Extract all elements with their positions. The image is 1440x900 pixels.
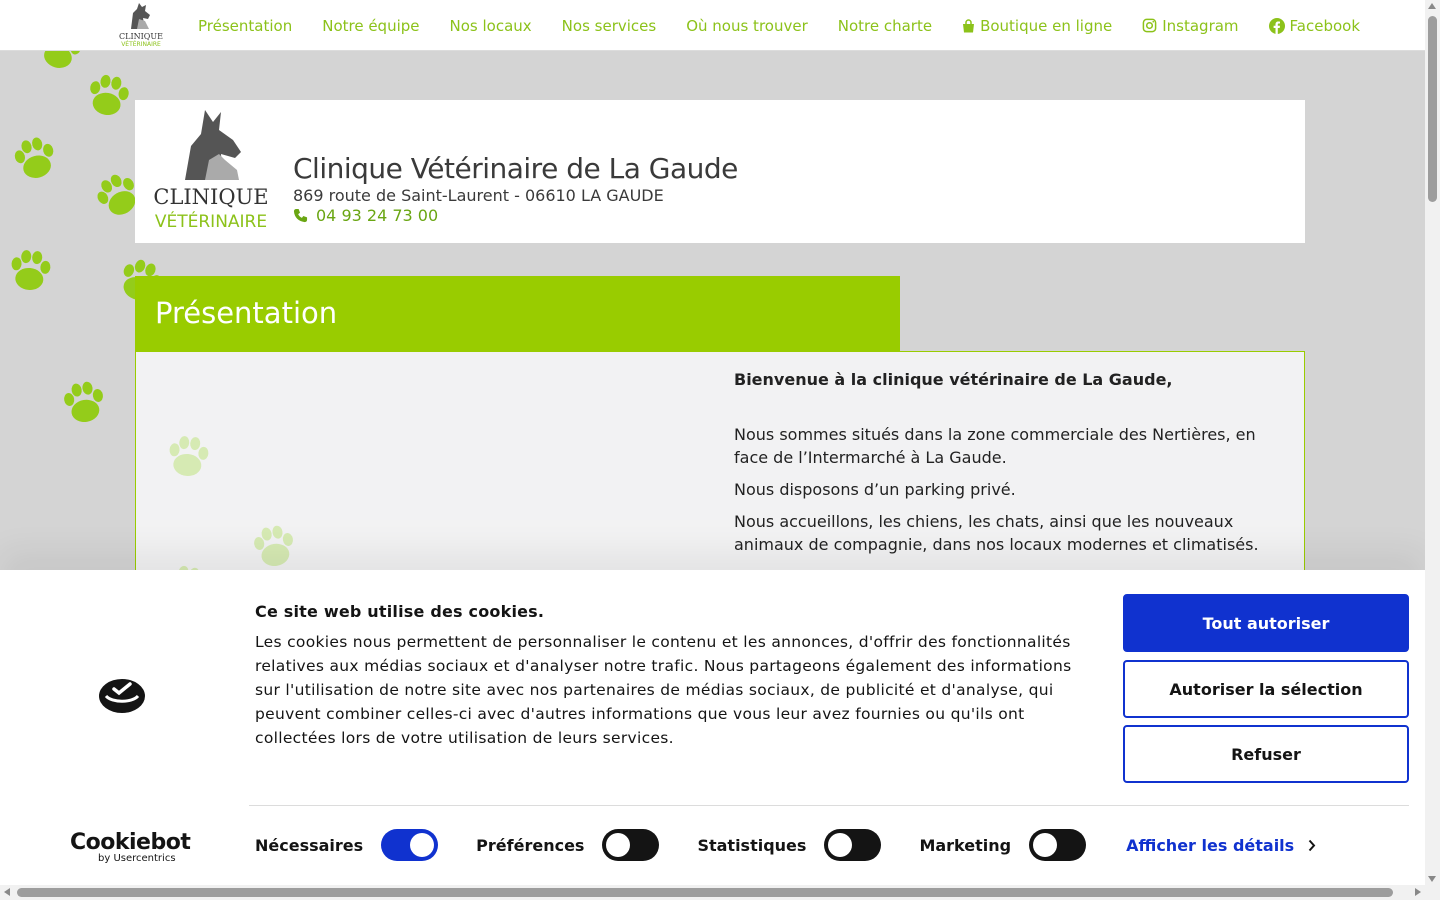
- svg-text:CLINIQUE: CLINIQUE: [119, 32, 163, 41]
- nav-item-trouver[interactable]: Où nous trouver: [686, 17, 808, 35]
- nav-item-label: Nos services: [561, 16, 657, 35]
- nav-item-label: Facebook: [1289, 16, 1361, 35]
- toggle-label: Préférences: [476, 835, 585, 855]
- clinic-logo[interactable]: CLINIQUE VÉTÉRINAIRE: [149, 104, 273, 232]
- nav-item-charte[interactable]: Notre charte: [838, 17, 932, 35]
- horizontal-scrollbar[interactable]: [0, 885, 1425, 900]
- top-navigation: CLINIQUE VÉTÉRINAIRE Présentation Notre …: [0, 0, 1425, 51]
- necessaires-switch[interactable]: [381, 829, 439, 861]
- paragraph: Nous sommes situés dans la zone commerci…: [734, 425, 1256, 467]
- nav-item-presentation[interactable]: Présentation: [198, 17, 292, 35]
- switch-knob: [828, 833, 853, 857]
- switch-knob: [410, 833, 435, 857]
- scroll-right-arrow-icon[interactable]: [1415, 888, 1421, 896]
- nav-item-label: Nos locaux: [449, 16, 532, 35]
- consent-toggles: Nécessaires Préférences Statistiques Mar…: [255, 828, 1316, 862]
- scroll-left-arrow-icon[interactable]: [4, 888, 10, 896]
- toggle-necessaires: Nécessaires: [255, 829, 439, 861]
- clinic-logo[interactable]: CLINIQUE VÉTÉRINAIRE: [117, 1, 165, 49]
- svg-text:CLINIQUE: CLINIQUE: [153, 185, 268, 209]
- nav-item-instagram[interactable]: Instagram: [1142, 16, 1239, 35]
- paragraph: Nous disposons d’un parking privé.: [734, 480, 1016, 499]
- nav-item-label: Instagram: [1162, 16, 1239, 35]
- marketing-switch[interactable]: [1029, 829, 1087, 861]
- cookie-consent-banner: Ce site web utilise des cookies. Les coo…: [0, 570, 1425, 900]
- toggle-statistiques: Statistiques: [697, 829, 882, 861]
- instagram-icon: [1142, 18, 1157, 33]
- paragraph: Nous accueillons, les chiens, les chats,…: [734, 512, 1259, 554]
- refuse-button[interactable]: Refuser: [1123, 725, 1409, 783]
- cookiebot-logo[interactable]: Cookiebot by Usercentrics: [70, 830, 191, 864]
- switch-knob: [606, 833, 631, 857]
- nav-item-label: Boutique en ligne: [980, 16, 1113, 35]
- allow-selection-button[interactable]: Autoriser la sélection: [1123, 660, 1409, 718]
- cookiebot-brand: Cookiebot: [70, 830, 191, 855]
- clinic-title: Clinique Vétérinaire de La Gaude: [293, 152, 738, 185]
- allow-all-button[interactable]: Tout autoriser: [1123, 594, 1409, 652]
- nav-item-locaux[interactable]: Nos locaux: [450, 17, 532, 35]
- facebook-icon: [1268, 17, 1285, 34]
- preferences-switch[interactable]: [602, 829, 660, 861]
- divider: [249, 805, 1409, 806]
- nav-item-services[interactable]: Nos services: [562, 17, 657, 35]
- cookie-consent-icon: [99, 679, 145, 713]
- svg-text:VÉTÉRINAIRE: VÉTÉRINAIRE: [155, 210, 267, 232]
- vertical-scrollbar[interactable]: [1425, 0, 1440, 900]
- paw-prints-decoration: [163, 434, 297, 590]
- toggle-marketing: Marketing: [919, 829, 1087, 861]
- chevron-right-icon: [1308, 839, 1316, 851]
- nav-item-label: Notre équipe: [322, 16, 420, 35]
- phone-number: 04 93 24 73 00: [316, 206, 439, 225]
- switch-knob: [1033, 833, 1058, 857]
- presentation-content: Bienvenue à la clinique vétérinaire de L…: [135, 351, 1305, 591]
- scrollbar-thumb[interactable]: [1428, 16, 1437, 202]
- clinic-address: 869 route de Saint-Laurent - 06610 LA GA…: [293, 186, 664, 205]
- cookie-heading: Ce site web utilise des cookies.: [255, 602, 545, 621]
- cookie-description: Les cookies nous permettent de personnal…: [255, 633, 1072, 747]
- nav-item-label: Où nous trouver: [686, 16, 808, 35]
- nav-menu: Présentation Notre équipe Nos locaux Nos…: [198, 0, 1390, 51]
- nav-item-label: Notre charte: [837, 16, 933, 35]
- statistiques-switch[interactable]: [824, 829, 882, 861]
- welcome-heading: Bienvenue à la clinique vétérinaire de L…: [734, 370, 1173, 389]
- toggle-label: Statistiques: [697, 835, 807, 855]
- clinic-header-card: CLINIQUE VÉTÉRINAIRE Clinique Vétérinair…: [135, 100, 1305, 243]
- shopping-bag-icon: [963, 18, 975, 32]
- nav-item-equipe[interactable]: Notre équipe: [322, 17, 419, 35]
- toggle-label: Nécessaires: [255, 835, 364, 855]
- scroll-up-arrow-icon[interactable]: [1428, 3, 1436, 9]
- nav-item-boutique[interactable]: Boutique en ligne: [962, 17, 1112, 35]
- phone-icon: [293, 208, 308, 223]
- svg-text:VÉTÉRINAIRE: VÉTÉRINAIRE: [121, 40, 161, 48]
- toggle-label: Marketing: [919, 835, 1012, 855]
- clinic-phone-link[interactable]: 04 93 24 73 00: [293, 206, 438, 225]
- presentation-text: Bienvenue à la clinique vétérinaire de L…: [734, 368, 1274, 565]
- section-banner: Présentation: [135, 276, 900, 352]
- section-title: Présentation: [155, 296, 338, 330]
- scrollbar-thumb[interactable]: [17, 888, 1393, 897]
- nav-item-facebook[interactable]: Facebook: [1268, 16, 1361, 35]
- toggle-preferences: Préférences: [476, 829, 660, 861]
- scroll-down-arrow-icon[interactable]: [1428, 876, 1436, 882]
- show-details-link[interactable]: Afficher les détails: [1126, 836, 1316, 855]
- nav-item-label: Présentation: [198, 16, 293, 35]
- details-label: Afficher les détails: [1126, 835, 1295, 855]
